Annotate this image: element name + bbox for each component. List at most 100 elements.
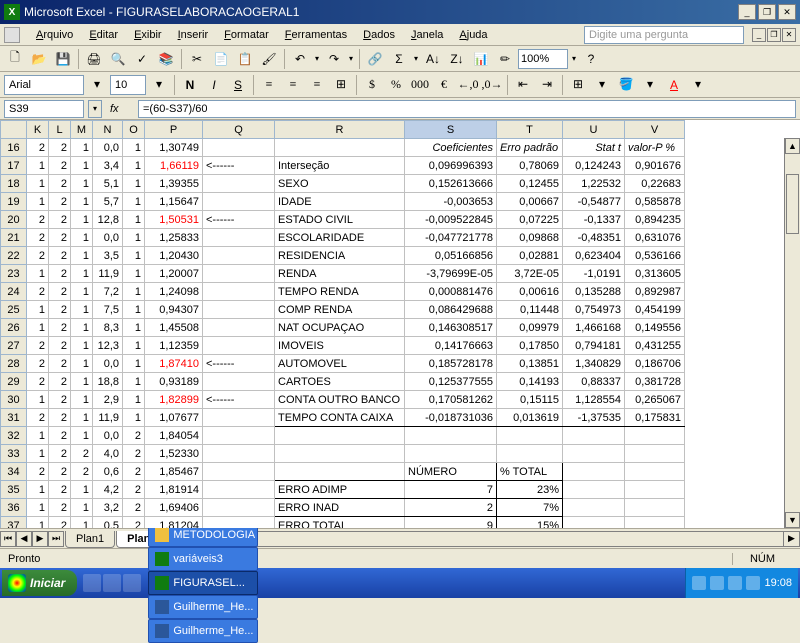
- cell-T33[interactable]: [497, 445, 563, 463]
- cell-Q28[interactable]: <------: [203, 355, 275, 373]
- cell-V34[interactable]: [625, 463, 685, 481]
- help-button[interactable]: ?: [580, 48, 602, 70]
- cell-T31[interactable]: 0,013619: [497, 409, 563, 427]
- cell-T19[interactable]: 0,00667: [497, 193, 563, 211]
- cell-T37[interactable]: 15%: [497, 517, 563, 529]
- align-right-button[interactable]: ≡: [306, 74, 328, 96]
- cell-P31[interactable]: 1,07677: [145, 409, 203, 427]
- cell-U25[interactable]: 0,754973: [563, 301, 625, 319]
- cell-R19[interactable]: IDADE: [275, 193, 405, 211]
- cell-P24[interactable]: 1,24098: [145, 283, 203, 301]
- tab-nav-next[interactable]: ▶: [32, 531, 48, 547]
- hyperlink-button[interactable]: 🔗: [364, 48, 386, 70]
- taskbar-item[interactable]: Guilherme_He...: [148, 595, 258, 619]
- cell-N34[interactable]: 0,6: [93, 463, 123, 481]
- cell-U20[interactable]: -0,1337: [563, 211, 625, 229]
- cell-V21[interactable]: 0,631076: [625, 229, 685, 247]
- cell-Q32[interactable]: [203, 427, 275, 445]
- col-header-S[interactable]: S: [405, 121, 497, 139]
- sheet-tab-plan1[interactable]: Plan1: [65, 531, 115, 548]
- cell-Q27[interactable]: [203, 337, 275, 355]
- cell-Q30[interactable]: <------: [203, 391, 275, 409]
- cell-P22[interactable]: 1,20430: [145, 247, 203, 265]
- cell-P30[interactable]: 1,82899: [145, 391, 203, 409]
- format-painter-button[interactable]: 🖌: [258, 48, 280, 70]
- cell-R27[interactable]: IMOVEIS: [275, 337, 405, 355]
- cell-S17[interactable]: 0,096996393: [405, 157, 497, 175]
- cell-R24[interactable]: TEMPO RENDA: [275, 283, 405, 301]
- cell-U22[interactable]: 0,623404: [563, 247, 625, 265]
- percent-button[interactable]: %: [385, 74, 407, 96]
- cell-V30[interactable]: 0,265067: [625, 391, 685, 409]
- cell-S35[interactable]: 7: [405, 481, 497, 499]
- cell-O35[interactable]: 2: [123, 481, 145, 499]
- cell-V37[interactable]: [625, 517, 685, 529]
- cell-N17[interactable]: 3,4: [93, 157, 123, 175]
- menu-editar[interactable]: Editar: [81, 27, 126, 43]
- print-button[interactable]: 🖨: [83, 48, 105, 70]
- cell-N28[interactable]: 0,0: [93, 355, 123, 373]
- cell-M33[interactable]: 2: [71, 445, 93, 463]
- row-header-21[interactable]: 21: [1, 229, 27, 247]
- cell-V27[interactable]: 0,431255: [625, 337, 685, 355]
- cell-V20[interactable]: 0,894235: [625, 211, 685, 229]
- cell-V25[interactable]: 0,454199: [625, 301, 685, 319]
- row-header-22[interactable]: 22: [1, 247, 27, 265]
- cell-L16[interactable]: 2: [49, 139, 71, 157]
- cell-M29[interactable]: 1: [71, 373, 93, 391]
- cell-T36[interactable]: 7%: [497, 499, 563, 517]
- cell-N22[interactable]: 3,5: [93, 247, 123, 265]
- increase-decimal-button[interactable]: ←,0: [457, 74, 479, 96]
- cell-P16[interactable]: 1,30749: [145, 139, 203, 157]
- row-header-20[interactable]: 20: [1, 211, 27, 229]
- chart-button[interactable]: 📊: [470, 48, 492, 70]
- cell-K19[interactable]: 1: [27, 193, 49, 211]
- col-header-U[interactable]: U: [563, 121, 625, 139]
- scroll-up-button[interactable]: ▲: [785, 138, 800, 154]
- cell-O28[interactable]: 1: [123, 355, 145, 373]
- font-name-dropdown[interactable]: ▾: [86, 74, 108, 96]
- cell-U35[interactable]: [563, 481, 625, 499]
- cell-U16[interactable]: Stat t: [563, 139, 625, 157]
- hscroll-right[interactable]: ▶: [783, 532, 799, 546]
- cell-K23[interactable]: 1: [27, 265, 49, 283]
- row-header-25[interactable]: 25: [1, 301, 27, 319]
- quicklaunch-ie-icon[interactable]: [83, 574, 101, 592]
- cell-S23[interactable]: -3,79699E-05: [405, 265, 497, 283]
- doc-close-button[interactable]: ✕: [782, 28, 796, 42]
- cell-M23[interactable]: 1: [71, 265, 93, 283]
- cell-R18[interactable]: SEXO: [275, 175, 405, 193]
- cell-N21[interactable]: 0,0: [93, 229, 123, 247]
- cell-U21[interactable]: -0,48351: [563, 229, 625, 247]
- cell-P28[interactable]: 1,87410: [145, 355, 203, 373]
- col-header-R[interactable]: R: [275, 121, 405, 139]
- cell-S24[interactable]: 0,000881476: [405, 283, 497, 301]
- cell-T35[interactable]: 23%: [497, 481, 563, 499]
- cell-N30[interactable]: 2,9: [93, 391, 123, 409]
- cell-V28[interactable]: 0,186706: [625, 355, 685, 373]
- row-header-31[interactable]: 31: [1, 409, 27, 427]
- row-header-36[interactable]: 36: [1, 499, 27, 517]
- tab-nav-first[interactable]: ⏮: [0, 531, 16, 547]
- cell-S29[interactable]: 0,125377555: [405, 373, 497, 391]
- cell-N36[interactable]: 3,2: [93, 499, 123, 517]
- row-header-32[interactable]: 32: [1, 427, 27, 445]
- cell-Q22[interactable]: [203, 247, 275, 265]
- cell-R23[interactable]: RENDA: [275, 265, 405, 283]
- cell-Q33[interactable]: [203, 445, 275, 463]
- cell-R20[interactable]: ESTADO CIVIL: [275, 211, 405, 229]
- font-size-dropdown[interactable]: ▾: [148, 74, 170, 96]
- cell-S19[interactable]: -0,003653: [405, 193, 497, 211]
- row-header-17[interactable]: 17: [1, 157, 27, 175]
- col-header-N[interactable]: N: [93, 121, 123, 139]
- cell-U27[interactable]: 0,794181: [563, 337, 625, 355]
- cell-R37[interactable]: ERRO TOTAL: [275, 517, 405, 529]
- undo-dropdown[interactable]: ▾: [313, 48, 321, 70]
- cell-N24[interactable]: 7,2: [93, 283, 123, 301]
- cell-U30[interactable]: 1,128554: [563, 391, 625, 409]
- decrease-decimal-button[interactable]: ,0→: [481, 74, 503, 96]
- cell-Q21[interactable]: [203, 229, 275, 247]
- cell-P35[interactable]: 1,81914: [145, 481, 203, 499]
- cell-N33[interactable]: 4,0: [93, 445, 123, 463]
- row-header-18[interactable]: 18: [1, 175, 27, 193]
